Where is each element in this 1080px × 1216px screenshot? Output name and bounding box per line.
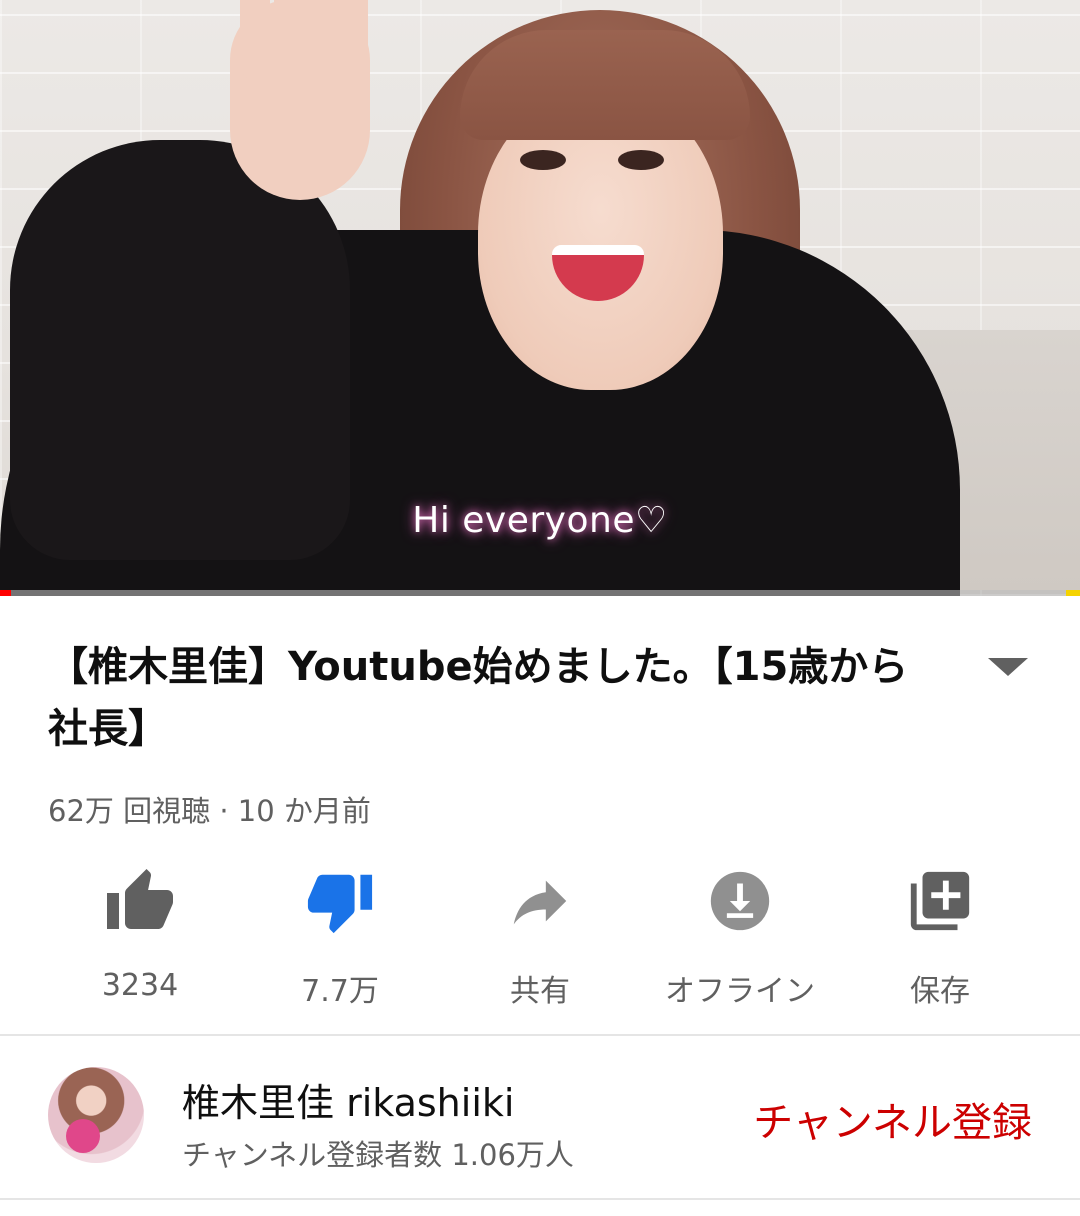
like-count: 3234: [101, 968, 179, 1003]
add-to-playlist-icon: [910, 871, 970, 931]
thumbs-up-icon: [107, 869, 173, 929]
save-label: 保存: [910, 974, 970, 1009]
channel-name[interactable]: 椎木里佳 rikashiiki: [182, 1072, 514, 1127]
offline-label: オフライン: [665, 974, 815, 1009]
download-icon: [710, 871, 770, 931]
share-label: 共有: [510, 974, 570, 1009]
chevron-down-icon[interactable]: [988, 658, 1028, 676]
share-button[interactable]: 共有: [440, 860, 640, 1010]
save-button[interactable]: 保存: [840, 860, 1040, 1010]
video-progress-fill: [0, 590, 11, 596]
video-finger: [274, 0, 304, 65]
avatar-image-detail: [66, 1119, 100, 1153]
video-player[interactable]: Hi everyone♡: [0, 0, 1080, 596]
subscribe-button[interactable]: チャンネル登録: [753, 1090, 1032, 1148]
video-person-bangs: [460, 30, 750, 140]
video-finger: [240, 0, 270, 80]
video-person-sleeve: [10, 140, 350, 560]
video-person-hand: [230, 0, 370, 200]
dislike-button[interactable]: 7.7万: [240, 860, 440, 1010]
offline-download-button[interactable]: オフライン: [640, 860, 840, 1010]
subscriber-count: チャンネル登録者数 1.06万人: [182, 1138, 574, 1172]
video-person-eye: [618, 150, 664, 170]
like-button[interactable]: 3234: [40, 860, 240, 1010]
video-finger: [338, 0, 368, 80]
video-person-eye: [520, 150, 566, 170]
thumbs-down-icon: [307, 874, 373, 934]
divider: [0, 1034, 1080, 1036]
video-progress-bar[interactable]: [0, 590, 1080, 596]
action-bar: 3234 7.7万 共有 オフライン 保存: [40, 860, 1040, 1010]
video-title[interactable]: 【椎木里佳】Youtube始めました。【15歳から社長】: [48, 636, 938, 760]
video-ad-marker: [1066, 590, 1080, 596]
video-view-count-and-date: 62万 回視聴 · 10 か月前: [48, 794, 371, 828]
divider: [0, 1198, 1080, 1200]
video-caption: Hi everyone♡: [412, 500, 668, 541]
dislike-count: 7.7万: [301, 974, 379, 1009]
video-finger: [308, 0, 338, 70]
share-icon: [513, 880, 567, 925]
channel-avatar[interactable]: [48, 1067, 144, 1163]
